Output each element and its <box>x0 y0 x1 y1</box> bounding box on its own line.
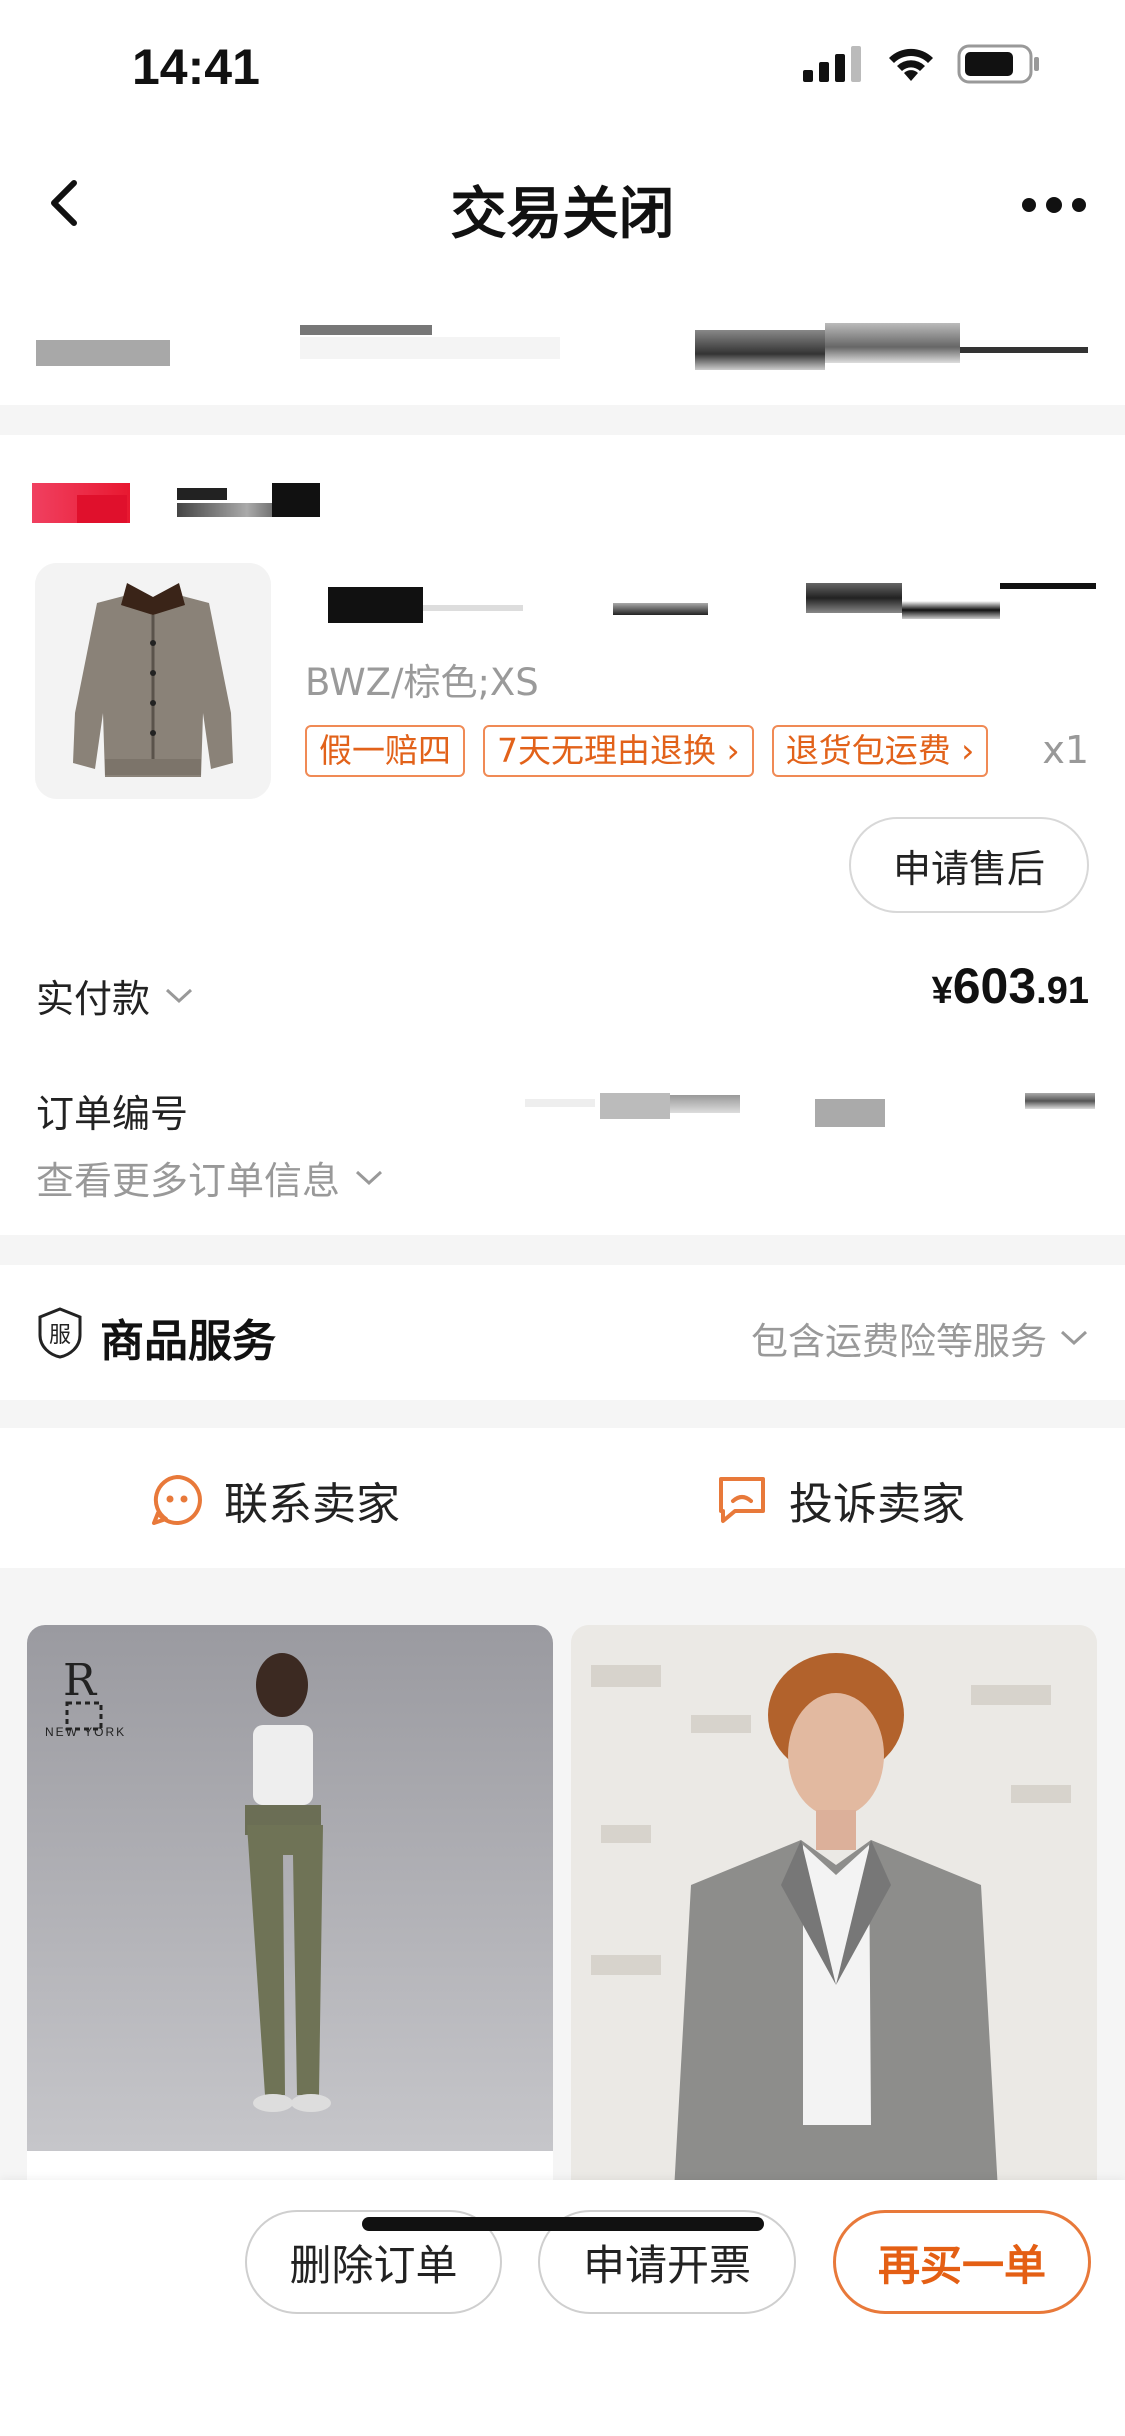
order-number-label: 订单编号 <box>36 1092 189 1136</box>
chevron-down-icon <box>1060 1330 1088 1346</box>
service-tags: 假一赔四 7天无理由退换 › 退货包运费 › <box>305 725 989 777</box>
more-icon[interactable] <box>1019 190 1089 220</box>
jacket-image <box>35 563 271 799</box>
more-order-info-toggle[interactable]: 查看更多订单信息 <box>36 1150 384 1205</box>
order-card: BWZ/棕色;XS 假一赔四 7天无理由退换 › 退货包运费 › x1 申请售后… <box>0 435 1125 1235</box>
status-icons <box>803 44 1041 84</box>
product-image[interactable] <box>35 563 271 799</box>
redacted-status-strip <box>0 275 1125 405</box>
contact-seller-button[interactable]: 联系卖家 <box>150 1468 400 1532</box>
chevron-right-icon: › <box>950 731 975 770</box>
contact-row: 联系卖家 投诉卖家 <box>0 1428 1125 1568</box>
product-spec: BWZ/棕色;XS <box>305 661 539 704</box>
after-sale-button[interactable]: 申请售后 <box>849 817 1089 913</box>
complain-seller-label: 投诉卖家 <box>789 1479 965 1530</box>
service-shield-icon: 服 <box>38 1307 82 1359</box>
complain-seller-button[interactable]: 投诉卖家 <box>715 1468 965 1532</box>
home-indicator <box>362 2217 764 2231</box>
currency-symbol: ¥ <box>931 970 953 1012</box>
nav-bar: 交易关闭 <box>0 135 1125 275</box>
status-time: 14:41 <box>132 39 260 95</box>
chevron-right-icon: › <box>716 731 740 770</box>
amount-integer: 603 <box>952 958 1037 1014</box>
svg-text:R: R <box>63 1655 98 1706</box>
chevron-down-icon <box>166 988 193 1003</box>
paid-amount: ¥603.91 <box>932 957 1089 1015</box>
redacted-order-number <box>525 1085 1100 1129</box>
tag-7day-return[interactable]: 7天无理由退换 › <box>483 725 754 777</box>
service-title: 商品服务 <box>100 1316 276 1367</box>
contact-seller-label: 联系卖家 <box>224 1479 400 1530</box>
quantity: x1 <box>1042 728 1089 772</box>
complaint-icon <box>719 1477 765 1523</box>
redacted-product-title <box>328 583 1098 633</box>
amount-decimal: .91 <box>1036 970 1089 1012</box>
brand-logo-sub: NEW YORK <box>45 1725 127 1739</box>
paid-label: 实付款 <box>36 977 151 1021</box>
recommend-image-model-jeans: R NEW YORK <box>27 1625 553 2151</box>
redacted-shop-name[interactable] <box>32 483 632 523</box>
product-service-row[interactable]: 服 商品服务 包含运费险等服务 <box>0 1265 1125 1400</box>
wifi-icon <box>889 48 933 81</box>
battery-icon <box>957 44 1039 84</box>
paid-amount-toggle[interactable]: 实付款 <box>36 968 194 1023</box>
tag-authentic: 假一赔四 <box>305 725 465 777</box>
svg-text:服: 服 <box>49 1323 71 1348</box>
status-bar: 14:41 <box>0 0 1125 135</box>
service-desc: 包含运费险等服务 <box>751 1311 1089 1365</box>
page-title: 交易关闭 <box>450 182 675 247</box>
chevron-down-icon <box>356 1170 383 1185</box>
chat-face-icon <box>152 1475 202 1525</box>
signal-icon <box>803 46 861 82</box>
tag-free-return-shipping[interactable]: 退货包运费 › <box>771 725 989 777</box>
model-illustration: R <box>63 1653 331 2112</box>
more-info-label: 查看更多订单信息 <box>36 1159 341 1203</box>
buy-again-button[interactable]: 再买一单 <box>833 2210 1091 2314</box>
